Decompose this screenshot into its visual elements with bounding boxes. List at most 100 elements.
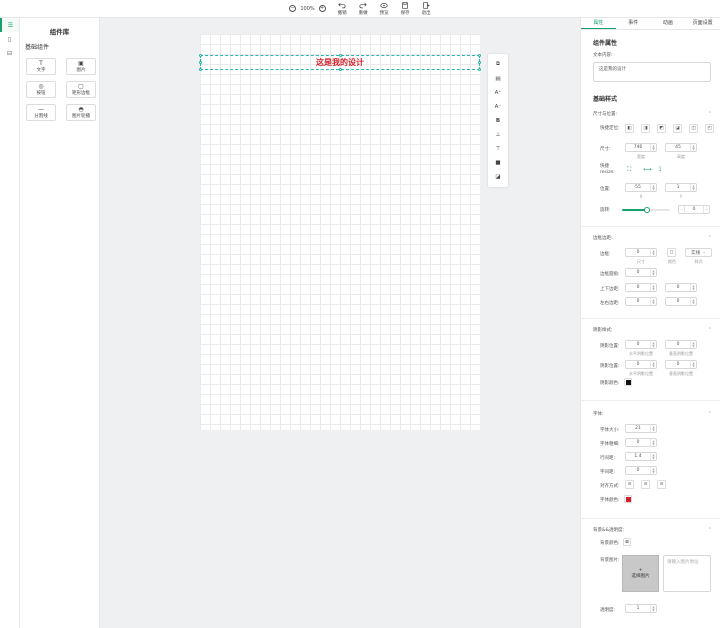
stepper-arrows[interactable]: ▲ ▼ xyxy=(650,341,656,348)
layer-bottom-icon[interactable]: ⊥ xyxy=(496,132,501,138)
align-vcenter-icon[interactable]: ◫ xyxy=(689,124,698,133)
chevron-up-icon[interactable]: ⌃ xyxy=(708,327,712,333)
border-style-select[interactable]: 实线 ⌄ xyxy=(685,248,712,257)
redo-button[interactable]: 重做 xyxy=(359,2,368,16)
component-carousel[interactable]: ◓ 图片轮播 xyxy=(66,104,96,121)
fill-color-icon[interactable]: ■ xyxy=(495,160,500,166)
stepper-arrows[interactable]: ▲ ▼ xyxy=(650,439,656,446)
save-button[interactable]: 保存 xyxy=(401,1,410,16)
component-button[interactable]: ◎ 按钮 xyxy=(26,81,56,98)
rotate-slider-thumb[interactable] xyxy=(644,207,650,213)
zoom-in-button[interactable]: + xyxy=(318,5,326,12)
chevron-up-icon[interactable]: ⌃ xyxy=(708,527,712,533)
text-align-right-icon[interactable]: ≡ xyxy=(657,480,666,489)
border-color-picker[interactable]: ◻ xyxy=(667,248,676,257)
align-right-icon[interactable]: ◩ xyxy=(657,124,666,133)
preview-button[interactable]: 预览 xyxy=(380,2,389,16)
component-rect-border[interactable]: ▢ 矩形边框 xyxy=(66,81,96,98)
stepper-arrows[interactable]: ▲ ▼ xyxy=(690,341,696,348)
resize-handle[interactable] xyxy=(199,68,202,71)
stepper-arrows[interactable]: ▲ ▼ xyxy=(650,605,656,612)
exit-button[interactable]: 退出 xyxy=(422,1,431,16)
height-input[interactable]: 45 ▲ ▼ xyxy=(665,143,697,152)
stepper-arrows[interactable]: ▲ ▼ xyxy=(650,425,656,432)
letter-spacing-input[interactable]: 0 ▲ ▼ xyxy=(625,466,657,475)
tab-properties[interactable]: 属性 xyxy=(581,18,616,29)
width-input[interactable]: 746 ▲ ▼ xyxy=(625,143,657,152)
shadow-spread-input[interactable]: 0 ▲ ▼ xyxy=(665,360,697,369)
font-increase-icon[interactable]: A⁺ xyxy=(495,90,502,96)
line-height-input[interactable]: 1.4 ▲ ▼ xyxy=(625,452,657,461)
background-group[interactable]: 背景&&透明度: xyxy=(593,527,624,533)
stepper-arrows[interactable]: ▲ ▼ xyxy=(690,144,696,151)
rotate-input[interactable]: −0 + xyxy=(678,205,710,214)
stepper-arrows[interactable]: ▲ ▼ xyxy=(650,361,656,368)
resize-handle[interactable] xyxy=(199,54,202,57)
border-group[interactable]: 边框边距: xyxy=(593,235,613,241)
tab-animation[interactable]: 动画 xyxy=(651,18,686,29)
component-divider[interactable]: — 分割线 xyxy=(26,104,56,121)
bold-icon[interactable]: B xyxy=(496,118,500,124)
stepper-arrows[interactable]: ▲ ▼ xyxy=(650,467,656,474)
stepper-arrows[interactable]: ▲ ▼ xyxy=(650,284,656,291)
text-content-input[interactable]: 这是我的设计 xyxy=(593,62,711,82)
chevron-up-icon[interactable]: ⌃ xyxy=(708,111,712,117)
stepper-arrows[interactable]: ▲ ▼ xyxy=(650,184,656,191)
tab-page-settings[interactable]: 页面设置 xyxy=(685,18,720,29)
resize-handle[interactable] xyxy=(478,68,481,71)
resize-handle[interactable] xyxy=(199,61,202,64)
fit-height-icon[interactable]: ⟟ xyxy=(659,166,661,174)
expand-icon[interactable]: ⛶ xyxy=(627,166,631,174)
shadow-blur-input[interactable]: 0 ▲ ▼ xyxy=(625,360,657,369)
bg-color-picker[interactable]: ⊠ xyxy=(623,538,631,546)
resize-handle[interactable] xyxy=(478,54,481,57)
border-size-input[interactable]: 0 ▲ ▼ xyxy=(625,248,657,257)
select-image-button[interactable]: + 选择图片 xyxy=(622,555,659,592)
font-group[interactable]: 字体: xyxy=(593,411,604,417)
undo-button[interactable]: 撤销 xyxy=(338,2,347,16)
padding-right-input[interactable]: 0 ▲ ▼ xyxy=(665,297,697,306)
zoom-out-button[interactable]: − xyxy=(289,5,297,12)
text-align-center-icon[interactable]: ≡ xyxy=(641,480,650,489)
align-top-icon[interactable]: ◪ xyxy=(673,124,682,133)
shadow-v-input[interactable]: 0 ▲ ▼ xyxy=(665,340,697,349)
selected-text-element[interactable]: 这是我的设计 xyxy=(199,54,481,71)
shadow-group[interactable]: 阴影样式: xyxy=(593,327,613,333)
delete-icon[interactable]: ▤ xyxy=(495,76,500,82)
stepper-arrows[interactable]: ▲ ▼ xyxy=(690,298,696,305)
radius-input[interactable]: 0 ▲ ▼ xyxy=(625,268,657,277)
copy-icon[interactable]: ⧉ xyxy=(496,61,500,68)
increment-icon[interactable]: + xyxy=(703,206,709,213)
rotate-slider[interactable] xyxy=(622,207,670,213)
shadow-h-input[interactable]: 0 ▲ ▼ xyxy=(625,340,657,349)
padding-top-input[interactable]: 0 ▲ ▼ xyxy=(625,283,657,292)
resize-handle[interactable] xyxy=(339,68,342,71)
align-hcenter-icon[interactable]: ◨ xyxy=(641,124,650,133)
font-decrease-icon[interactable]: A⁻ xyxy=(495,104,502,110)
resize-handle[interactable] xyxy=(478,61,481,64)
rail-template-icon[interactable]: ⊟ xyxy=(0,46,19,60)
fit-width-icon[interactable]: ⟷ xyxy=(643,166,652,173)
rail-components-icon[interactable]: ☰ xyxy=(0,18,19,32)
x-input[interactable]: 55 ▲ ▼ xyxy=(625,183,657,192)
padding-bottom-input[interactable]: 0 ▲ ▼ xyxy=(665,283,697,292)
bg-image-url-input[interactable]: 请输入图片地址 xyxy=(663,555,711,592)
resize-handle[interactable] xyxy=(339,54,342,57)
align-bottom-icon[interactable]: ◰ xyxy=(705,124,714,133)
text-align-left-icon[interactable]: ≡ xyxy=(625,480,634,489)
font-weight-input[interactable]: 0 ▲ ▼ xyxy=(625,438,657,447)
size-position-group[interactable]: 尺寸与位置: xyxy=(593,111,617,117)
stepper-arrows[interactable]: ▲ ▼ xyxy=(650,453,656,460)
stepper-arrows[interactable]: ▲ ▼ xyxy=(650,298,656,305)
stepper-arrows[interactable]: ▲ ▼ xyxy=(650,269,656,276)
font-size-input[interactable]: 21 ▲ ▼ xyxy=(625,424,657,433)
component-image[interactable]: ▣ 图片 xyxy=(66,58,96,75)
design-page[interactable]: 这是我的设计 xyxy=(199,34,481,430)
stepper-arrows[interactable]: ▲ ▼ xyxy=(690,184,696,191)
y-input[interactable]: 1 ▲ ▼ xyxy=(665,183,697,192)
component-text[interactable]: T 文字 xyxy=(26,58,56,75)
chevron-up-icon[interactable]: ⌃ xyxy=(708,235,712,241)
font-color-picker[interactable] xyxy=(624,495,632,503)
tab-events[interactable]: 事件 xyxy=(616,18,651,29)
shadow-icon[interactable]: ◪ xyxy=(495,174,500,180)
